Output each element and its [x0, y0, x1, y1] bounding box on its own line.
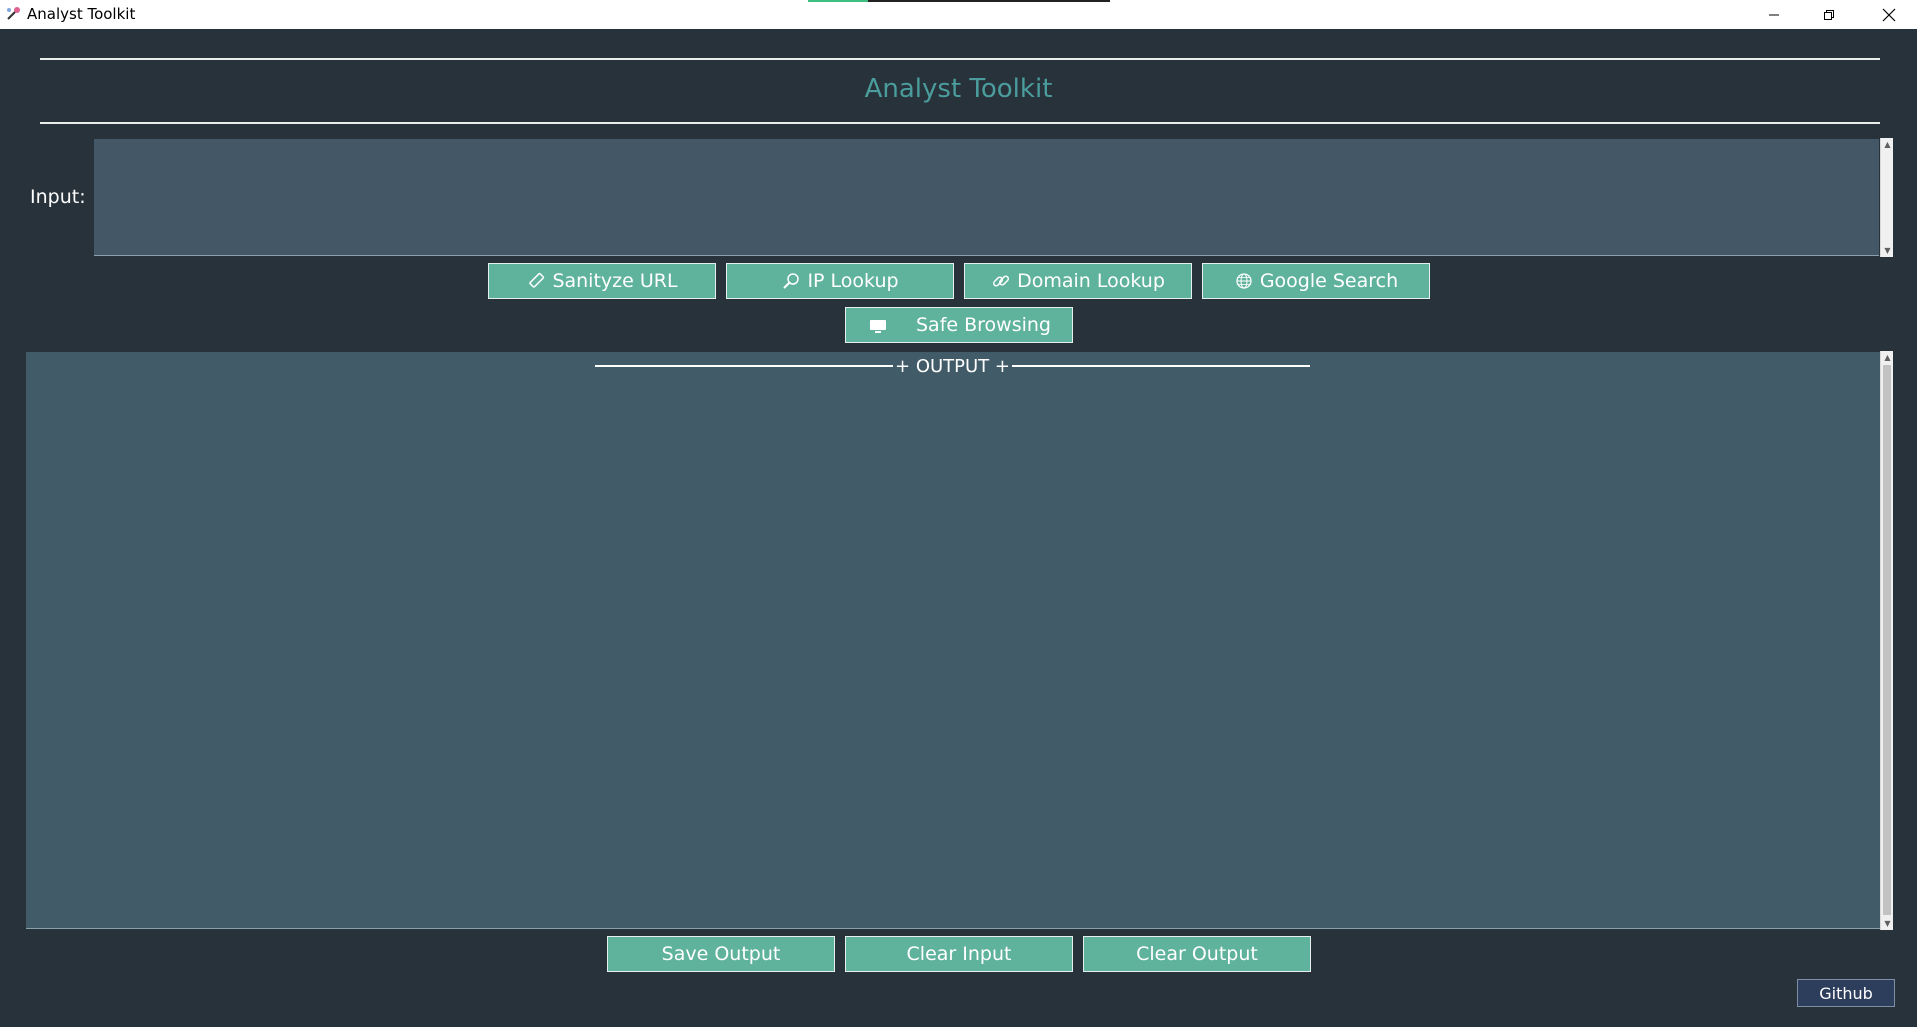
window-titlebar: Analyst Toolkit — [0, 0, 1917, 29]
title-accent-strip — [808, 0, 1110, 2]
google-search-button[interactable]: Google Search — [1202, 263, 1430, 299]
magnifier-icon — [781, 271, 801, 291]
github-button[interactable]: Github — [1797, 979, 1895, 1007]
app-logo-icon — [5, 6, 21, 22]
header-top-rule — [40, 58, 1880, 60]
input-label: Input: — [30, 186, 86, 208]
header-bottom-rule — [40, 122, 1880, 124]
window-title: Analyst Toolkit — [27, 5, 136, 23]
domain-lookup-button[interactable]: Domain Lookup — [964, 263, 1192, 299]
close-button[interactable] — [1866, 0, 1912, 29]
safe-browsing-button[interactable]: Safe Browsing — [845, 307, 1073, 343]
restore-button[interactable] — [1806, 0, 1852, 29]
scroll-up-arrow-icon[interactable]: ▲ — [1881, 351, 1894, 364]
scroll-down-arrow-icon[interactable]: ▼ — [1881, 244, 1894, 257]
monitor-icon — [868, 315, 888, 335]
output-header: + OUTPUT + — [595, 354, 1311, 378]
input-scrollbar[interactable]: ▲ ▼ — [1880, 138, 1893, 257]
output-header-label: + OUTPUT + — [895, 355, 1010, 377]
page-title: Analyst Toolkit — [864, 74, 1053, 104]
output-header-line-right — [1012, 365, 1311, 367]
restore-icon — [1824, 9, 1834, 20]
google-search-label: Google Search — [1259, 270, 1399, 292]
close-icon — [1882, 8, 1896, 21]
clear-output-button[interactable]: Clear Output — [1083, 936, 1311, 972]
minimize-button[interactable] — [1751, 0, 1797, 29]
scroll-down-arrow-icon[interactable]: ▼ — [1881, 917, 1894, 930]
input-textarea[interactable] — [94, 139, 1879, 256]
safe-browsing-label: Safe Browsing — [916, 314, 1051, 336]
scroll-up-arrow-icon[interactable]: ▲ — [1881, 138, 1894, 151]
save-output-label: Save Output — [661, 943, 781, 965]
output-scrollbar[interactable]: ▲ ▼ — [1880, 351, 1893, 930]
clear-output-label: Clear Output — [1136, 943, 1258, 965]
eraser-icon — [526, 271, 546, 291]
clear-input-label: Clear Input — [906, 943, 1012, 965]
output-textarea[interactable] — [26, 352, 1880, 929]
output-header-line-left — [595, 365, 894, 367]
clear-input-button[interactable]: Clear Input — [845, 936, 1073, 972]
minimize-icon — [1769, 14, 1779, 15]
globe-icon — [1234, 271, 1254, 291]
scrollbar-thumb[interactable] — [1883, 365, 1891, 915]
sanitize-url-label: Sanityze URL — [552, 270, 678, 292]
domain-lookup-label: Domain Lookup — [1017, 270, 1165, 292]
ip-lookup-label: IP Lookup — [807, 270, 899, 292]
link-icon — [991, 271, 1011, 291]
sanitize-url-button[interactable]: Sanityze URL — [488, 263, 716, 299]
github-label: Github — [1819, 983, 1873, 1003]
save-output-button[interactable]: Save Output — [607, 936, 835, 972]
ip-lookup-button[interactable]: IP Lookup — [726, 263, 954, 299]
